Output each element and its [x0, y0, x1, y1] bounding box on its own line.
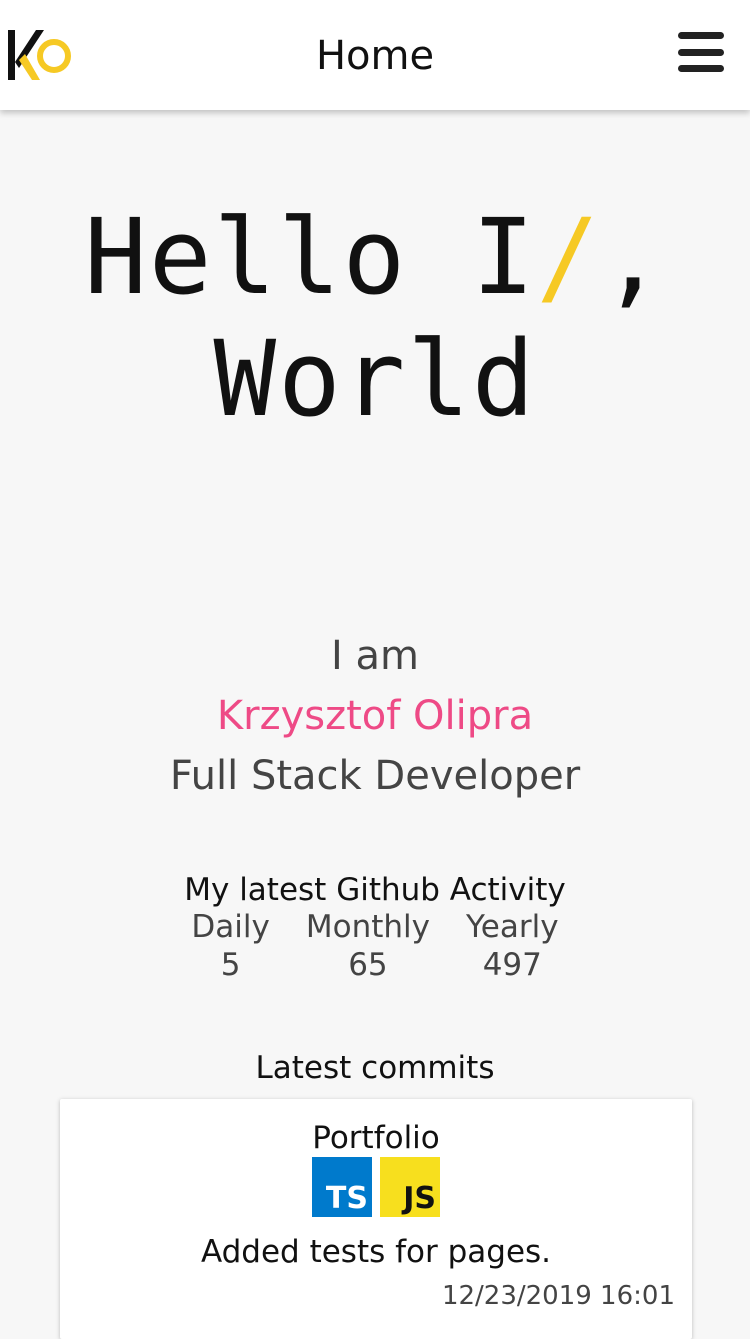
- hero-line-1-start: Hello I: [84, 196, 537, 318]
- intro-prefix: I am: [331, 633, 419, 679]
- hero-line-1-end: ,: [601, 196, 666, 318]
- stat-yearly: Yearly 497: [448, 908, 577, 984]
- top-app-bar: Home: [0, 0, 750, 110]
- commit-message: Added tests for pages.: [200, 1234, 552, 1270]
- hero-line-2: World: [213, 318, 537, 440]
- hero-cursor-slash: /: [536, 196, 602, 318]
- javascript-icon: JS: [380, 1157, 440, 1217]
- github-activity-title: My latest Github Activity: [184, 872, 566, 908]
- hero-line-1: Hello I/,: [0, 196, 750, 318]
- typescript-icon: TS: [312, 1157, 372, 1217]
- menu-bar: [678, 32, 724, 39]
- page-title: Home: [315, 33, 435, 79]
- hamburger-menu-button[interactable]: [678, 32, 724, 72]
- latest-commits-title: Latest commits: [255, 1050, 495, 1086]
- language-badges: TS JS: [312, 1157, 440, 1217]
- stat-label: Yearly: [465, 909, 559, 945]
- stat-monthly: Monthly 65: [288, 908, 448, 984]
- developer-name: Krzysztof Olipra: [216, 693, 534, 739]
- menu-bar: [678, 48, 724, 56]
- intro-section: I am Krzysztof Olipra Full Stack Develop…: [0, 626, 750, 806]
- stat-value: 497: [482, 947, 542, 983]
- developer-role: Full Stack Developer: [169, 753, 581, 799]
- commit-date: 12/23/2019 16:01: [441, 1281, 675, 1311]
- stat-value: 65: [348, 947, 388, 983]
- commit-card[interactable]: Portfolio TS JS Added tests for pages. 1…: [60, 1099, 692, 1339]
- stat-label: Monthly: [305, 909, 430, 945]
- hero-heading: Hello I/, World: [0, 196, 750, 440]
- github-activity-stats: Daily 5 Monthly 65 Yearly 497: [0, 908, 750, 984]
- stat-value: 5: [220, 947, 241, 983]
- stat-label: Daily: [191, 909, 270, 945]
- stat-daily: Daily 5: [173, 908, 287, 984]
- commit-repo-name: Portfolio: [312, 1120, 440, 1156]
- menu-bar: [678, 65, 724, 72]
